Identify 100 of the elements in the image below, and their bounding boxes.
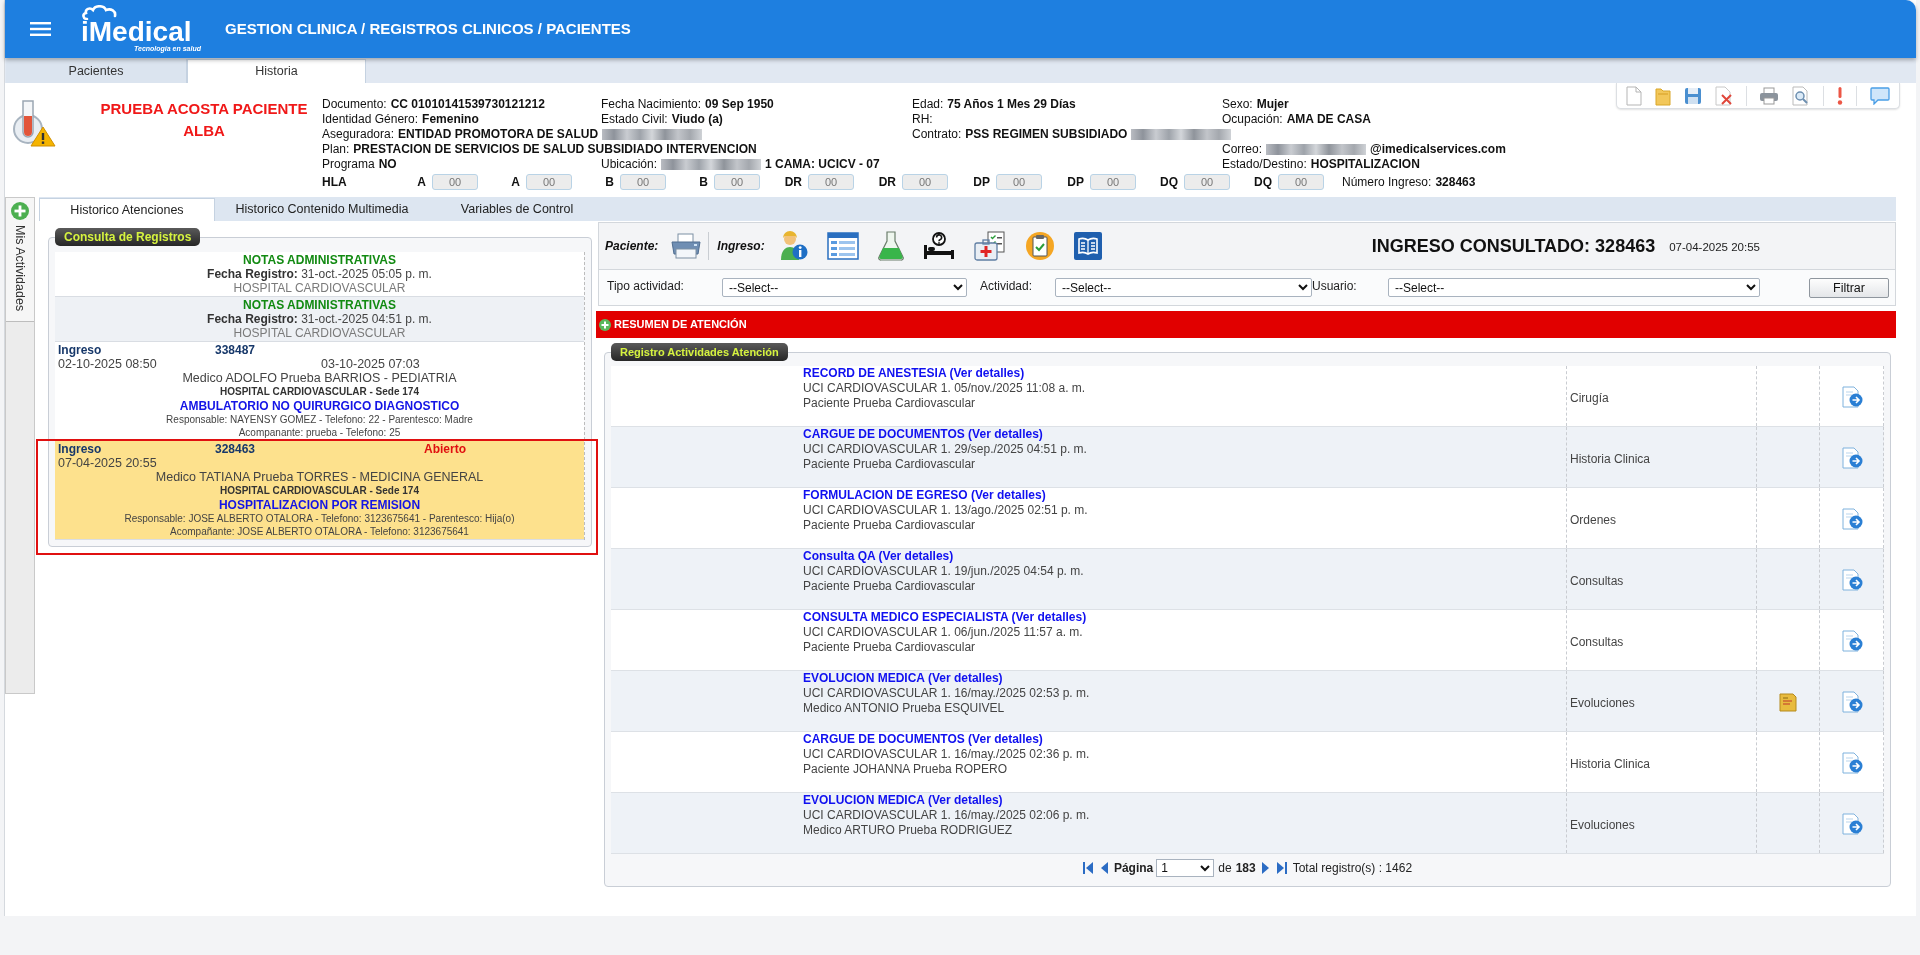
record-doctor: Medico ADOLFO Prueba BARRIOS - PEDIATRIA bbox=[182, 371, 457, 385]
hla-field-label: DP bbox=[1067, 174, 1084, 191]
record-date: Fecha Registro: 31-oct.-2025 05:05 p. m. bbox=[207, 267, 432, 281]
medical-kit-checklist-icon[interactable] bbox=[973, 231, 1006, 261]
menu-icon[interactable] bbox=[30, 22, 51, 36]
alert-icon[interactable] bbox=[1837, 86, 1844, 105]
activity-location: UCI CARDIOVASCULAR 1. 16/may./2025 02:06 p. m. bbox=[803, 808, 1090, 823]
activity-location: UCI CARDIOVASCULAR 1. 13/ago./2025 02:51 p. m. bbox=[803, 503, 1088, 518]
record-date: 07-04-2025 20:55 bbox=[58, 456, 157, 470]
hla-field-label: DQ bbox=[1160, 174, 1178, 191]
document-info-icon[interactable] bbox=[1840, 386, 1863, 408]
activity-title-link[interactable]: CARGUE DE DOCUMENTOS (Ver detalles) bbox=[803, 427, 1043, 442]
panel-legend: Consulta de Registros bbox=[55, 228, 201, 246]
activity-title-link[interactable]: EVOLUCION MEDICA (Ver detalles) bbox=[803, 671, 1003, 686]
field-label: Contrato: bbox=[912, 127, 962, 142]
activity-title-link[interactable]: FORMULACION DE EGRESO (Ver detalles) bbox=[803, 488, 1046, 503]
comment-icon[interactable] bbox=[1869, 86, 1890, 105]
hla-field-label: DR bbox=[878, 174, 896, 191]
field-label: Ocupación: bbox=[1222, 112, 1283, 127]
side-tab[interactable]: Mis Actividades bbox=[6, 198, 34, 322]
field-label: Plan: bbox=[322, 142, 350, 157]
save-icon[interactable] bbox=[1683, 86, 1702, 105]
document-info-icon[interactable] bbox=[1840, 813, 1863, 835]
last-page-icon[interactable] bbox=[1276, 862, 1287, 874]
previous-page-icon[interactable] bbox=[1100, 862, 1108, 874]
document-info-icon[interactable] bbox=[1840, 447, 1863, 469]
hla-field-label: DQ bbox=[1254, 174, 1272, 191]
document-info-icon[interactable] bbox=[1840, 569, 1863, 591]
activity-title-link[interactable]: CARGUE DE DOCUMENTOS (Ver detalles) bbox=[803, 732, 1043, 747]
record-responsible: Responsable: JOSE ALBERTO OTALORA - Telefono: 3123675641 - Parentesco: Hija(o) bbox=[124, 512, 515, 525]
page-title: GESTION CLINICA / REGISTROS CLINICOS / PACIENTES bbox=[225, 18, 631, 39]
field-label: Sexo: bbox=[1222, 97, 1253, 112]
toolbar-label: Ingreso: bbox=[717, 238, 765, 255]
printer-icon[interactable] bbox=[670, 233, 703, 259]
activity-location: UCI CARDIOVASCULAR 1. 29/sep./2025 04:51 p. m. bbox=[803, 442, 1087, 457]
preview-icon[interactable] bbox=[1792, 85, 1811, 106]
view-tab[interactable]: Variables de Control bbox=[429, 198, 605, 221]
activity-location: UCI CARDIOVASCULAR 1. 06/jun./2025 11:57 a. m. bbox=[803, 625, 1083, 640]
activity-title-link[interactable]: RECORD DE ANESTESIA (Ver detalles) bbox=[803, 366, 1025, 381]
book-icon[interactable] bbox=[1073, 232, 1102, 260]
logo-text: iMedical bbox=[81, 20, 192, 44]
field-label: Aseguradora: bbox=[322, 127, 395, 142]
field-label: Número Ingreso: bbox=[1342, 174, 1432, 191]
document-info-icon[interactable] bbox=[1840, 752, 1863, 774]
activity-category: Consultas bbox=[1570, 572, 1624, 590]
field-value: Femenino bbox=[422, 112, 479, 127]
document-info-icon[interactable] bbox=[1840, 691, 1863, 713]
view-tab[interactable]: Historico Atenciones bbox=[39, 198, 215, 221]
hla-label: HLA bbox=[322, 174, 348, 191]
first-page-icon[interactable] bbox=[1082, 862, 1093, 874]
top-tab[interactable]: Historia bbox=[187, 59, 366, 83]
document-info-icon[interactable] bbox=[1840, 630, 1863, 652]
record-item[interactable] bbox=[55, 441, 584, 540]
page-select[interactable]: 1 bbox=[1156, 859, 1215, 877]
print-icon[interactable] bbox=[1759, 86, 1780, 105]
patient-name: PRUEBA ACOSTA PACIENTE ALBA bbox=[99, 99, 309, 141]
record-title: NOTAS ADMINISTRATIVAS bbox=[243, 253, 396, 267]
delete-document-icon[interactable] bbox=[1714, 85, 1733, 106]
filter-select[interactable]: --Select-- bbox=[722, 278, 967, 297]
next-page-icon[interactable] bbox=[1261, 862, 1269, 874]
list-document-icon[interactable] bbox=[826, 232, 859, 260]
field-label: Edad: bbox=[912, 97, 944, 112]
clipboard-icon[interactable] bbox=[1024, 231, 1055, 261]
activity-author: Paciente Prueba Cardiovascular bbox=[803, 579, 976, 594]
record-companion: Acompañante: JOSE ALBERTO OTALORA - Telefono: 3123675641 bbox=[170, 525, 469, 538]
record-service: AMBULATORIO NO QUIRURGICO DIAGNOSTICO bbox=[179, 399, 460, 413]
record-number: 338487 bbox=[215, 343, 256, 357]
page-of-label: de bbox=[1218, 860, 1232, 877]
record-item[interactable]: NOTAS ADMINISTRATIVAS Fecha Registro: 31-oct.-2025 04:51 p. m. HOSPITAL CARDIOVASCULAR bbox=[55, 297, 584, 342]
activity-title-link[interactable]: CONSULTA MEDICO ESPECIALISTA (Ver detalles) bbox=[803, 610, 1087, 625]
hla-field-label: DP bbox=[973, 174, 990, 191]
summary-toggle-bar[interactable]: RESUMEN DE ATENCIÓN bbox=[596, 311, 1896, 338]
filter-label: Tipo actividad: bbox=[607, 277, 685, 295]
field-label: Estado/Destino: bbox=[1222, 157, 1307, 172]
activity-category: Ordenes bbox=[1570, 511, 1617, 529]
field-value: CC 01010141539730121212 bbox=[390, 97, 545, 112]
record-item[interactable] bbox=[55, 342, 584, 441]
bed-question-icon[interactable] bbox=[922, 232, 955, 260]
field-value: PSS REGIMEN SUBSIDIADO bbox=[965, 127, 1128, 142]
filter-select[interactable]: --Select-- bbox=[1388, 278, 1760, 297]
view-tab[interactable]: Historico Contenido Multimedia bbox=[215, 198, 429, 221]
record-label: Ingreso bbox=[58, 442, 102, 456]
activity-title-link[interactable]: Consulta QA (Ver detalles) bbox=[803, 549, 954, 564]
field-value: AMA DE CASA bbox=[1286, 112, 1371, 127]
activity-title-link[interactable]: EVOLUCION MEDICA (Ver detalles) bbox=[803, 793, 1003, 808]
record-item[interactable]: NOTAS ADMINISTRATIVAS Fecha Registro: 31-oct.-2025 05:05 p. m. HOSPITAL CARDIOVASCULAR bbox=[55, 252, 584, 297]
record-date: 03-10-2025 07:03 bbox=[321, 357, 420, 371]
flask-icon[interactable] bbox=[877, 231, 904, 261]
record-date: 02-10-2025 08:50 bbox=[58, 357, 157, 371]
top-tab[interactable]: Pacientes bbox=[6, 59, 187, 83]
field-value: ENTIDAD PROMOTORA DE SALUD bbox=[398, 127, 599, 142]
filter-select[interactable]: --Select-- bbox=[1055, 278, 1312, 297]
record-site: HOSPITAL CARDIOVASCULAR - Sede 174 bbox=[220, 385, 419, 399]
record-status: Abierto bbox=[424, 442, 466, 456]
document-info-icon[interactable] bbox=[1840, 508, 1863, 530]
activity-category: Historia Clinica bbox=[1570, 755, 1651, 773]
hla-field-label: A bbox=[511, 174, 520, 191]
note-icon[interactable] bbox=[1779, 692, 1797, 712]
field-value: 328463 bbox=[1435, 174, 1476, 191]
filter-button[interactable]: Filtrar bbox=[1809, 277, 1889, 298]
